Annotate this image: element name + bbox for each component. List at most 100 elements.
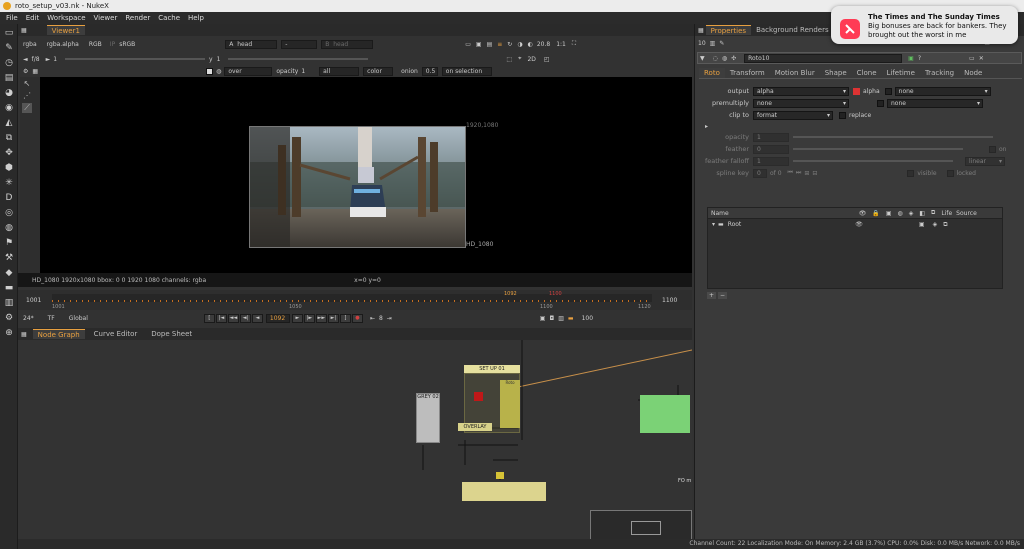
falloff-field[interactable]: 1 [753, 156, 789, 166]
prev-key-icon[interactable]: ⏮ [788, 169, 793, 177]
visible-checkbox[interactable] [907, 169, 915, 177]
life-header[interactable]: Life [941, 210, 952, 217]
input-b-dropdown[interactable]: B head [321, 39, 374, 49]
viewer-settings-icon[interactable]: ⚙ [23, 68, 28, 75]
menu-help[interactable]: Help [188, 14, 204, 22]
menu-viewer[interactable]: Viewer [94, 14, 118, 22]
crosshair-icon[interactable]: ⌖ [518, 55, 521, 63]
overlay-color-dropdown[interactable]: color [363, 67, 394, 76]
merge-tools-icon[interactable]: ⧉ [2, 132, 16, 144]
premultiply-none-dropdown[interactable]: none [887, 98, 983, 108]
feather-field[interactable]: 0 [753, 144, 789, 154]
timeline-end-marker[interactable]: 1100 [549, 291, 562, 297]
tab-properties[interactable]: Properties [705, 25, 752, 35]
panel-menu-icon[interactable]: ▦ [21, 27, 27, 34]
views-tools-icon[interactable]: ◎ [2, 207, 16, 219]
particles-tools-icon[interactable]: ✳ [2, 177, 16, 189]
bezier-tool-icon[interactable]: ⟋ [22, 103, 32, 113]
layer-root-row[interactable]: ▾ ▬ Root 👁 ▣ ◈ ⧉ [708, 219, 1002, 230]
yellow-node-small[interactable] [496, 472, 504, 479]
color-tools-icon[interactable]: ◕ [2, 87, 16, 99]
next-key-icon[interactable]: ⏭ [796, 169, 801, 177]
select-tool-icon[interactable]: ↖ [22, 79, 32, 89]
collapse-icon[interactable]: ▼ [700, 55, 705, 62]
subtab-tracking[interactable]: Tracking [920, 68, 959, 78]
input-process-toggle[interactable]: IP [110, 41, 115, 48]
node-graph-canvas[interactable]: SET UP 01 Roto OVERLAY GREY 02 FO m [18, 340, 692, 549]
time-format-dropdown[interactable]: TF [48, 315, 55, 322]
blend-column-icon[interactable]: ⧉ [931, 209, 935, 217]
splinekey-field[interactable]: 0 [753, 168, 767, 178]
overlay-node[interactable]: OVERLAY [458, 423, 492, 431]
expand-arrow-icon[interactable]: ▸ [705, 123, 708, 130]
transform-tools-icon[interactable]: ✥ [2, 147, 16, 159]
lock-panels-icon[interactable]: ▥ [710, 40, 716, 47]
subtab-transform[interactable]: Transform [725, 68, 770, 78]
menu-cache[interactable]: Cache [158, 14, 180, 22]
end-frame-field[interactable]: 100 [582, 315, 593, 322]
gamma-value[interactable]: 1 [217, 56, 221, 63]
frame-increment[interactable]: 8 [379, 315, 383, 322]
cache-icon[interactable]: ◘ [549, 315, 554, 322]
subtab-lifetime[interactable]: Lifetime [882, 68, 920, 78]
menu-workspace[interactable]: Workspace [47, 14, 85, 22]
draw-tools-icon[interactable]: ✎ [2, 42, 16, 54]
more-tools-icon[interactable]: ▥ [2, 297, 16, 309]
roto-red-node[interactable] [474, 392, 483, 401]
tab-viewer1[interactable]: Viewer1 [46, 25, 85, 35]
minimap-viewport[interactable] [631, 521, 661, 535]
root-color-icon[interactable]: ▣ [919, 221, 925, 228]
opacity-value[interactable]: 1 [301, 68, 305, 75]
tab-dope-sheet[interactable]: Dope Sheet [146, 329, 197, 339]
channels-all-dropdown[interactable]: all [319, 67, 360, 76]
output-none-checkbox[interactable] [884, 87, 892, 95]
keyer-tools-icon[interactable]: ◭ [2, 117, 16, 129]
remove-layer-button[interactable]: − [718, 291, 728, 299]
plugins-tools-icon[interactable]: ▬ [2, 282, 16, 294]
lock-column-icon[interactable]: 🔒 [872, 210, 879, 217]
fullscreen-icon[interactable]: ⛶ [572, 40, 576, 48]
other-tools-icon[interactable]: ⚒ [2, 252, 16, 264]
time-tools-icon[interactable]: ◷ [2, 57, 16, 69]
skip-icon[interactable]: ⇤ [370, 315, 375, 322]
proxy-icon[interactable]: ▣ [476, 41, 482, 48]
tab-curve-editor[interactable]: Curve Editor [89, 329, 143, 339]
expand-root-icon[interactable]: ▾ [712, 221, 715, 228]
next-keyframe-icon[interactable]: ►► [315, 313, 327, 323]
roto-yellow-node[interactable]: Roto [500, 380, 520, 428]
zoom-readout[interactable]: 1:1 [556, 41, 566, 48]
eye-column-icon[interactable]: 👁 [859, 210, 867, 217]
composite-dropdown[interactable]: over [224, 67, 273, 76]
backdrop-yellow-bottom[interactable] [462, 482, 546, 501]
opacity-field[interactable]: 1 [753, 132, 789, 142]
layers-name-header[interactable]: Name [711, 210, 729, 217]
clear-panels-icon[interactable]: ✎ [719, 40, 724, 47]
notification-banner[interactable]: The Times and The Sunday Times Big bonus… [831, 6, 1018, 44]
clipto-dropdown[interactable]: format [753, 110, 833, 120]
gain-slider[interactable] [65, 58, 206, 60]
stop-icon[interactable]: ● [351, 313, 363, 323]
revert-icon[interactable]: ▣ [908, 55, 914, 62]
on-selection-dropdown[interactable]: on selection [441, 67, 492, 76]
output-dropdown[interactable]: alpha [753, 86, 849, 96]
ocio-icon[interactable]: ◑ [517, 41, 522, 48]
opacity-slider[interactable] [793, 136, 993, 138]
play-back-icon[interactable]: ◄ [251, 313, 263, 323]
panel-menu-icon-3[interactable]: ▦ [698, 27, 704, 34]
timeline-current-marker[interactable]: 1092 [504, 291, 517, 297]
backdrop-setup[interactable]: SET UP 01 [464, 365, 520, 373]
subtab-motion-blur[interactable]: Motion Blur [770, 68, 820, 78]
filter-tools-icon[interactable]: ◉ [2, 102, 16, 114]
timeline[interactable]: 1001 1100 1092 1100 1001 1050 1100 1120 [18, 290, 692, 310]
roi-icon[interactable]: ▭ [465, 41, 471, 48]
paint-column-icon[interactable]: ▣ [886, 210, 892, 217]
metadata-tools-icon[interactable]: ◍ [2, 222, 16, 234]
root-visible-icon[interactable]: 👁 [855, 221, 863, 228]
clip-warning-icon[interactable]: ◐ [528, 41, 533, 48]
max-panels-field[interactable]: 10 [698, 40, 706, 47]
falloff-mode-dropdown[interactable]: linear [965, 156, 1005, 166]
add-key-icon[interactable]: ⊞ [804, 170, 809, 177]
furnace-tools-icon[interactable]: ◆ [2, 267, 16, 279]
current-frame-field[interactable]: 1092 [265, 313, 290, 323]
alpha-checkbox[interactable] [853, 87, 860, 95]
